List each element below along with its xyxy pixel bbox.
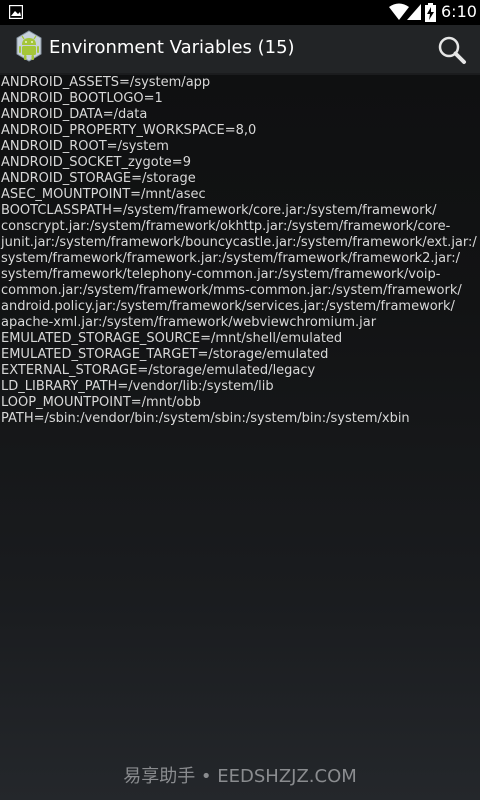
- search-icon: [438, 36, 466, 64]
- env-variable-line: BOOTCLASSPATH=/system/framework/core.jar…: [1, 203, 437, 218]
- signal-icon: [407, 4, 421, 20]
- search-button[interactable]: [434, 33, 470, 67]
- env-variable-line: ANDROID_ASSETS=/system/app: [1, 75, 211, 90]
- env-variable-line: conscrypt.jar:/system/framework/okhttp.j…: [1, 219, 451, 234]
- status-bar: 6:10: [0, 0, 480, 25]
- wifi-icon: [389, 3, 409, 20]
- env-variable-line: common.jar:/system/framework/mms-common.…: [1, 283, 462, 298]
- image-notification-icon: [9, 5, 23, 19]
- env-variable-line: ANDROID_DATA=/data: [1, 107, 148, 122]
- env-variable-line: ANDROID_BOOTLOGO=1: [1, 91, 163, 106]
- env-variable-line: EMULATED_STORAGE_TARGET=/storage/emulate…: [1, 347, 329, 362]
- action-bar: Environment Variables (15): [0, 25, 480, 75]
- env-variable-line: PATH=/sbin:/vendor/bin:/system/sbin:/sys…: [1, 411, 410, 426]
- env-variable-line: ANDROID_PROPERTY_WORKSPACE=8,0: [1, 123, 257, 138]
- battery-charging-icon: [425, 3, 436, 22]
- env-variable-line: EXTERNAL_STORAGE=/storage/emulated/legac…: [1, 363, 316, 378]
- env-variable-line: LOOP_MOUNTPOINT=/mnt/obb: [1, 395, 201, 410]
- env-variable-line: junit.jar:/system/framework/bouncycastle…: [1, 235, 477, 250]
- env-variable-list: ANDROID_ASSETS=/system/app ANDROID_BOOTLO…: [0, 75, 480, 427]
- env-variable-line: android.policy.jar:/system/framework/ser…: [1, 299, 455, 314]
- status-clock: 6:10: [441, 2, 477, 21]
- env-variable-line: ANDROID_STORAGE=/storage: [1, 171, 196, 186]
- env-variable-line: system/framework/telephony-common.jar:/s…: [1, 267, 441, 282]
- env-variable-line: ANDROID_ROOT=/system: [1, 139, 169, 154]
- android-app-icon[interactable]: [14, 30, 44, 64]
- env-variable-line: ANDROID_SOCKET_zygote=9: [1, 155, 191, 170]
- watermark-text: 易享助手 • EEDSHZJZ.COM: [123, 766, 357, 787]
- env-variable-line: ASEC_MOUNTPOINT=/mnt/asec: [1, 187, 206, 202]
- env-variable-line: EMULATED_STORAGE_SOURCE=/mnt/shell/emula…: [1, 331, 343, 346]
- page-title: Environment Variables (15): [49, 37, 295, 58]
- env-variable-line: apache-xml.jar:/system/framework/webview…: [1, 315, 377, 330]
- env-variable-line: LD_LIBRARY_PATH=/vendor/lib:/system/lib: [1, 379, 274, 394]
- env-variable-line: system/framework/framework.jar:/system/f…: [1, 251, 460, 266]
